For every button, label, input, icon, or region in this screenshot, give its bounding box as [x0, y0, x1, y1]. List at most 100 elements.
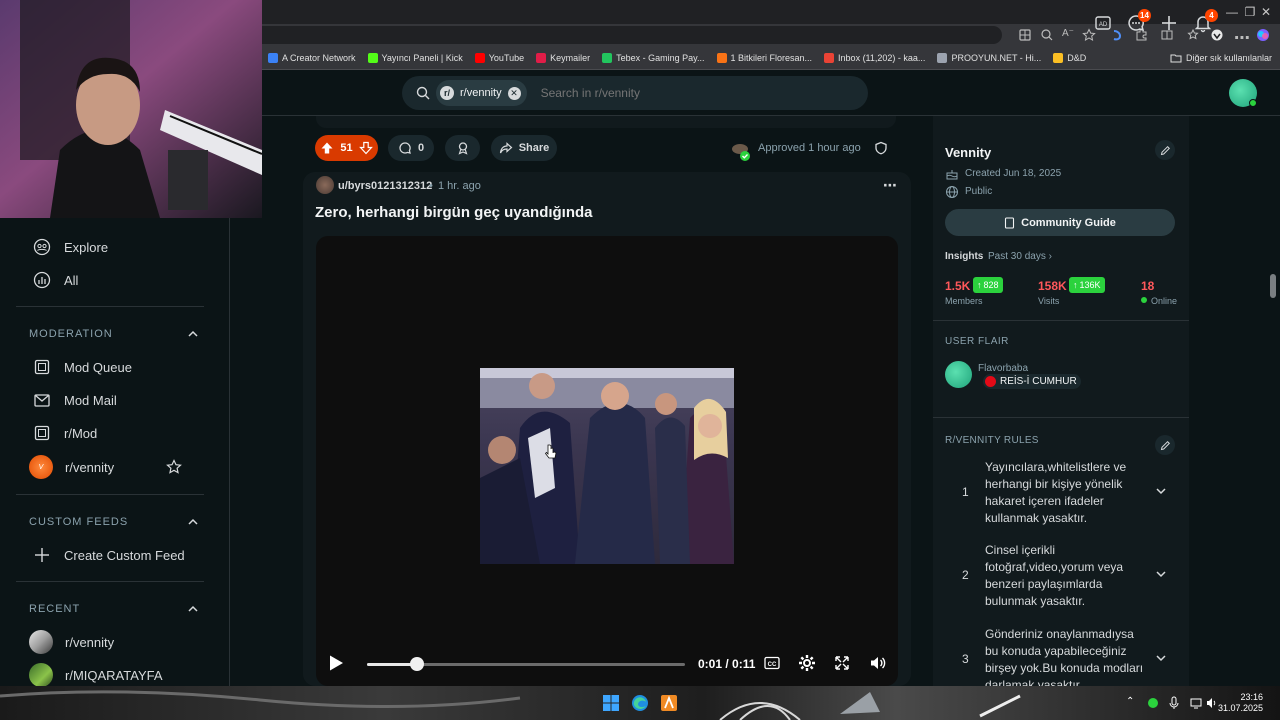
nav-r-mod-label: r/Mod — [64, 425, 98, 441]
post-overflow-menu-icon[interactable]: ⋯ — [883, 177, 898, 194]
insights-range-link[interactable]: Past 30 days › — [988, 251, 1052, 262]
bookmark-item[interactable]: Tebex - Gaming Pay... — [596, 52, 710, 63]
search-bar[interactable]: r/ r/vennity ✕ — [402, 76, 868, 110]
more-menu-icon[interactable]: ⋯ — [1234, 28, 1250, 47]
bookmark-favicon-icon — [536, 52, 547, 63]
other-bookmarks[interactable]: Diğer sık kullanılanlar — [1170, 46, 1272, 70]
page-scrollbar[interactable] — [1266, 116, 1280, 686]
network-icon[interactable] — [1189, 696, 1203, 710]
captions-button[interactable]: CC — [764, 656, 780, 670]
visits-growth: 136K — [1079, 280, 1101, 290]
fullscreen-icon[interactable] — [834, 655, 850, 671]
ad-icon[interactable]: AD — [1092, 12, 1114, 34]
bookmark-item[interactable]: 1 Bitkileri Floresan... — [711, 52, 819, 63]
bookmark-item[interactable]: D&D — [1047, 52, 1092, 63]
notifications-button[interactable]: 4 — [1192, 9, 1218, 34]
bookmark-item[interactable]: A Creator Network — [262, 52, 362, 63]
speaker-icon[interactable] — [1205, 696, 1219, 710]
flair-badge[interactable]: REİS-İ CUMHUR — [983, 374, 1081, 389]
tray-status-icon[interactable] — [1148, 698, 1158, 708]
rules-title: R/VENNITY RULES — [945, 435, 1039, 446]
chat-button[interactable]: 14 — [1125, 9, 1151, 34]
scrollbar-thumb[interactable] — [1270, 274, 1276, 298]
post-author[interactable]: u/byrs0121312312 — [338, 180, 432, 192]
mod-queue-icon — [32, 357, 52, 377]
moderation-section-header[interactable]: MODERATION — [29, 328, 199, 340]
read-aloud-icon[interactable]: A⁻ — [1062, 28, 1076, 42]
comments-button[interactable]: 0 — [388, 135, 434, 161]
post-time: 1 hr. ago — [438, 180, 481, 192]
arrow-up-icon: ↑ — [1073, 280, 1078, 290]
video-frame[interactable] — [480, 368, 734, 564]
custom-feeds-section-header[interactable]: CUSTOM FEEDS — [29, 516, 199, 528]
r-mod-icon — [32, 423, 52, 443]
nav-r-mod[interactable]: r/Mod — [16, 417, 206, 449]
comment-count: 0 — [417, 142, 425, 154]
plus-icon — [32, 545, 52, 565]
nav-all[interactable]: All — [16, 264, 206, 296]
nav-r-vennity-label: r/vennity — [65, 459, 115, 475]
create-post-button[interactable] — [1158, 12, 1180, 34]
play-button[interactable] — [327, 654, 345, 672]
nav-mod-mail-label: Mod Mail — [64, 392, 117, 408]
visits-label: Visits — [1038, 296, 1060, 306]
nav-mod-queue-label: Mod Queue — [64, 359, 132, 375]
recent-section-header[interactable]: RECENT — [29, 603, 199, 615]
nav-all-label: All — [64, 272, 79, 288]
windows-start-icon[interactable] — [602, 694, 620, 712]
nav-mod-queue[interactable]: Mod Queue — [16, 351, 206, 383]
bookmark-favicon-icon — [716, 52, 727, 63]
downvote-arrow-icon[interactable] — [358, 141, 373, 155]
nav-explore[interactable]: Explore — [16, 231, 206, 263]
volume-icon[interactable] — [869, 654, 887, 672]
edit-rules-button[interactable] — [1155, 435, 1175, 455]
nav-r-vennity[interactable]: V r/vennity — [16, 451, 206, 483]
bookmark-item[interactable]: PROOYUN.NET - Hi... — [931, 52, 1047, 63]
settings-gear-icon[interactable] — [798, 654, 816, 672]
taskbar-clock[interactable]: 23:16 31.07.2025 — [1218, 692, 1263, 714]
mod-shield-icon[interactable] — [874, 141, 888, 155]
bookmark-item[interactable]: Inbox (11,202) - kaa... — [818, 52, 931, 63]
search-input[interactable] — [540, 86, 821, 100]
url-field[interactable] — [262, 26, 1002, 44]
bookmark-item[interactable]: YouTube — [469, 52, 530, 63]
nav-mod-mail[interactable]: Mod Mail — [16, 384, 206, 416]
copilot-icon[interactable] — [1256, 28, 1270, 42]
rule-text: Yayıncılara,whitelistlere ve herhangi bi… — [985, 460, 1127, 525]
chevron-down-icon — [1155, 568, 1167, 580]
close-window-button[interactable]: ✕ — [1250, 0, 1280, 24]
app-orange-icon[interactable] — [660, 694, 678, 712]
remove-scope-icon[interactable]: ✕ — [507, 86, 521, 100]
rule-text: Cinsel içerikli fotoğraf,video,yorum vey… — [985, 543, 1124, 608]
nav-create-custom-feed[interactable]: Create Custom Feed — [16, 539, 206, 571]
bookmark-item[interactable]: Yayıncı Paneli | Kick — [362, 52, 469, 63]
share-icon — [499, 141, 513, 155]
bookmark-label: Tebex - Gaming Pay... — [616, 52, 705, 63]
zoom-icon[interactable] — [1040, 28, 1054, 42]
microphone-icon[interactable] — [1168, 696, 1180, 710]
subreddit-icon: r/ — [440, 86, 454, 100]
edge-browser-icon[interactable] — [631, 694, 649, 712]
apps-icon[interactable] — [1018, 28, 1032, 42]
all-icon — [32, 270, 52, 290]
comment-icon — [398, 141, 412, 155]
share-button[interactable]: Share — [491, 135, 557, 161]
upvote-arrow-icon[interactable] — [320, 141, 334, 155]
favorite-star-icon[interactable] — [166, 459, 182, 475]
rule-item[interactable]: 2 Cinsel içerikli fotoğraf,video,yorum v… — [945, 541, 1175, 611]
bookmark-item[interactable]: Keymailer — [530, 52, 596, 63]
visits-growth-badge: ↑ 136K — [1069, 277, 1105, 293]
community-guide-button[interactable]: Community Guide — [945, 209, 1175, 236]
tray-chevron-up-icon[interactable]: ⌃ — [1126, 696, 1134, 707]
author-avatar[interactable] — [316, 176, 334, 194]
search-scope-chip[interactable]: r/ r/vennity ✕ — [436, 80, 527, 106]
rule-item[interactable]: 1 Yayıncılara,whitelistlere ve herhangi … — [945, 458, 1175, 528]
post-title[interactable]: Zero, herhangi birgün geç uyandığında — [315, 204, 593, 221]
award-button[interactable] — [445, 135, 480, 161]
video-progress-handle[interactable] — [410, 657, 424, 671]
rule-item[interactable]: 3 Gönderiniz onaylanmadıysa bu konuda ya… — [945, 625, 1175, 686]
edit-community-button[interactable] — [1155, 140, 1175, 160]
arrow-up-icon: ↑ — [977, 280, 982, 290]
flair-username: Flavorbaba — [978, 363, 1029, 374]
nav-recent-vennity[interactable]: r/vennity — [16, 626, 206, 658]
